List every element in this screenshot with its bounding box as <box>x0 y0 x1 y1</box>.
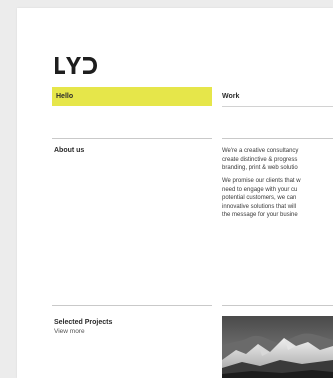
nav-hello[interactable]: Hello <box>52 87 212 106</box>
page-canvas: Hello Work About us We're a creative con… <box>17 8 333 378</box>
about-heading: About us <box>54 147 85 154</box>
projects-divider-right <box>222 305 333 306</box>
nav-divider <box>222 106 333 107</box>
about-paragraph-1: We're a creative consultancy create dist… <box>222 148 299 171</box>
projects-heading: Selected Projects <box>54 319 113 326</box>
nav-work[interactable]: Work <box>222 87 333 106</box>
about-paragraph-2: We promise our clients that w need to en… <box>222 178 301 218</box>
view-more-link[interactable]: View more <box>54 328 85 335</box>
projects-divider-left <box>52 305 212 306</box>
mountain-photo-image <box>222 316 333 378</box>
brand-logo[interactable] <box>54 53 98 77</box>
about-divider-right <box>222 138 333 139</box>
project-thumbnail[interactable] <box>222 316 333 378</box>
about-divider-left <box>52 138 212 139</box>
lyd-logo-icon <box>55 57 97 74</box>
